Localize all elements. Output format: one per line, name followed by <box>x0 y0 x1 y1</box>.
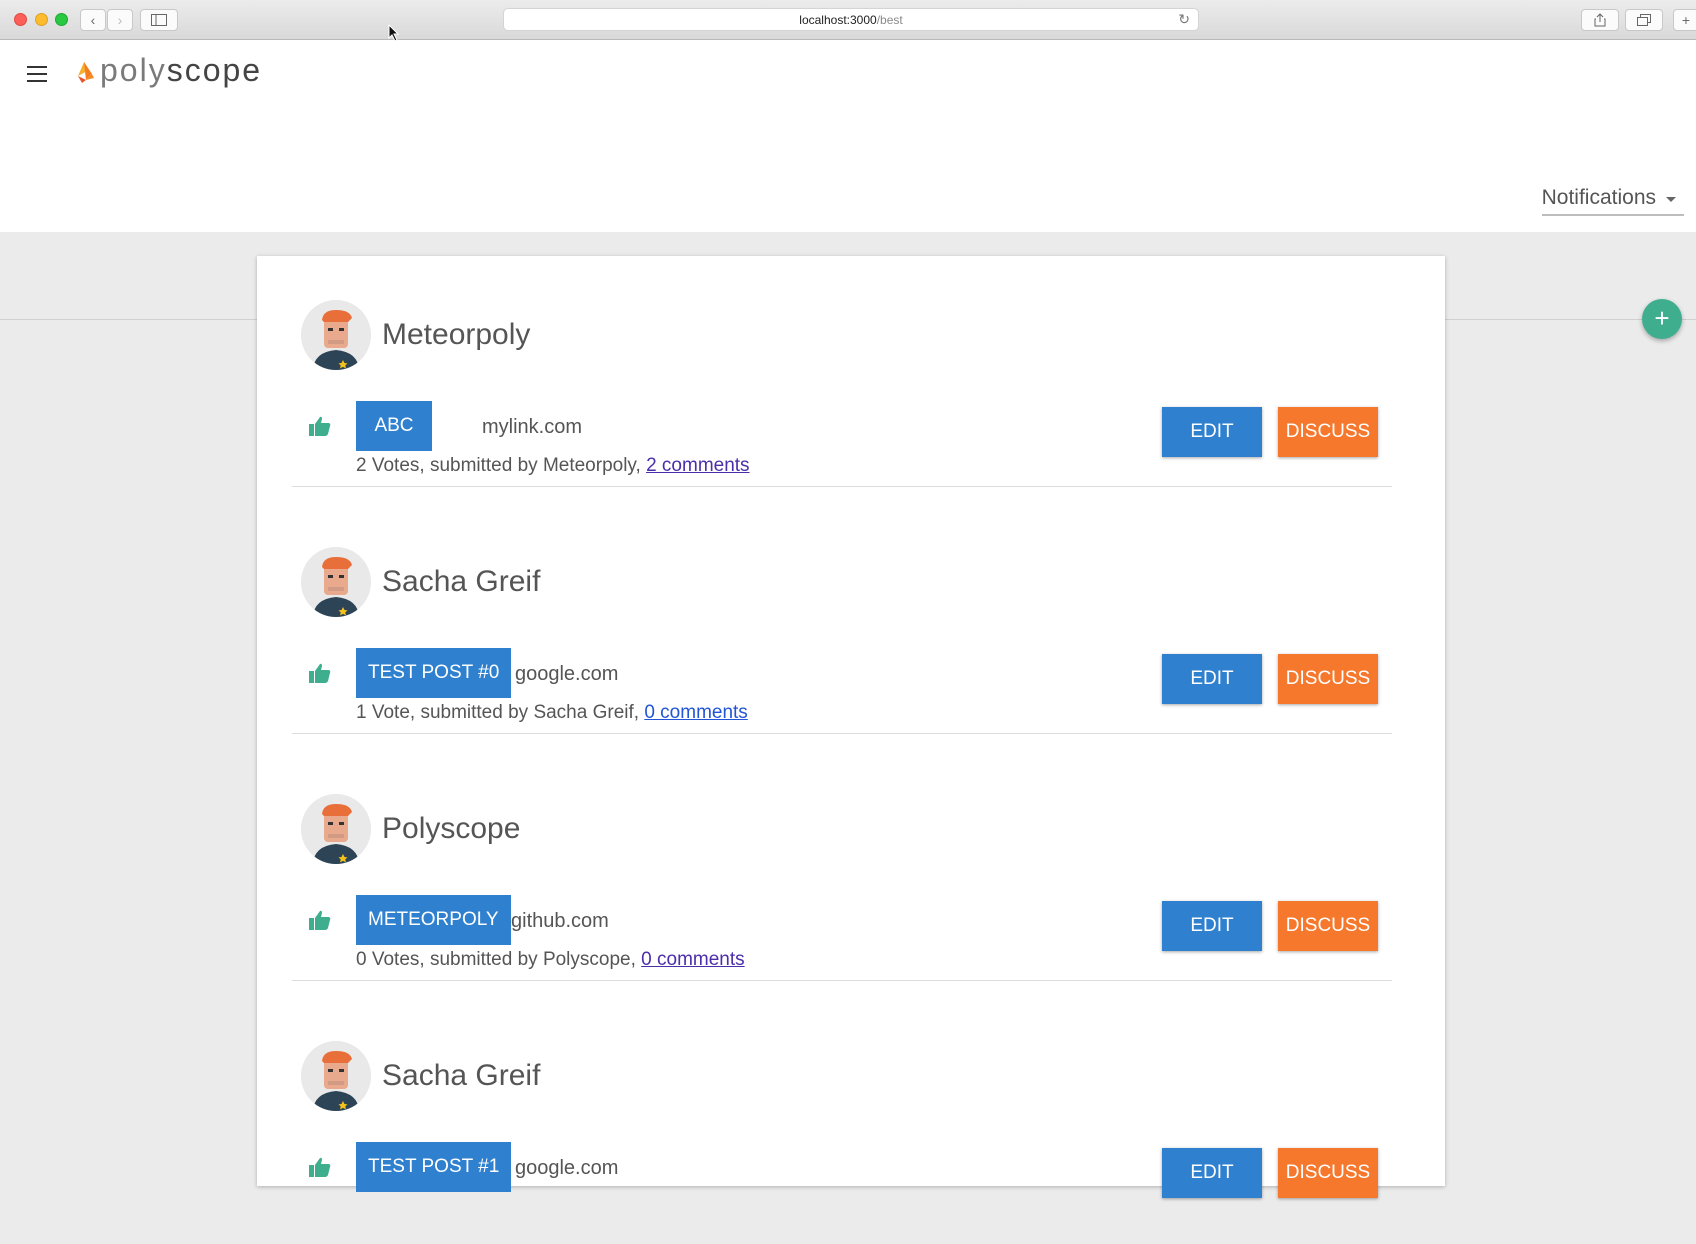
reload-icon[interactable]: ↻ <box>1178 11 1190 28</box>
post-meta-text: 1 Vote, submitted by Sacha Greif, <box>356 702 640 723</box>
post-meta: 1 Vote, submitted by Sacha Greif, 0 comm… <box>356 702 748 724</box>
thumbs-up-icon[interactable] <box>309 663 331 683</box>
post-domain[interactable]: mylink.com <box>482 416 582 439</box>
author-name[interactable]: Meteorpoly <box>382 318 530 352</box>
add-post-button[interactable]: + <box>1642 299 1682 339</box>
post-meta-text: 2 Votes, submitted by Meteorpoly, <box>356 455 641 476</box>
comments-link[interactable]: 0 comments <box>644 702 747 723</box>
post-meta-text: 0 Votes, submitted by Polyscope, <box>356 949 636 970</box>
post-domain[interactable]: google.com <box>515 663 618 686</box>
notifications-dropdown[interactable]: Notifications <box>1541 186 1684 216</box>
post-meta: 2 Votes, submitted by Meteorpoly, 2 comm… <box>356 455 750 477</box>
edit-button[interactable]: EDIT <box>1162 407 1262 457</box>
logo[interactable]: polyscope <box>76 52 262 89</box>
plus-icon: + <box>1681 12 1691 28</box>
edit-button[interactable]: EDIT <box>1162 1148 1262 1198</box>
forward-button[interactable]: › <box>107 9 133 31</box>
avatar[interactable] <box>301 547 371 617</box>
share-button[interactable] <box>1581 9 1619 31</box>
mouse-cursor-icon <box>388 24 400 42</box>
divider <box>292 733 1392 734</box>
new-tab-button[interactable]: + <box>1673 9 1696 31</box>
avatar[interactable] <box>301 794 371 864</box>
comments-link[interactable]: 0 comments <box>641 949 744 970</box>
thumbs-up-icon[interactable] <box>309 416 331 436</box>
sidebar-toggle-button[interactable] <box>140 9 178 31</box>
avatar-illustration-icon <box>301 794 371 864</box>
url-host: localhost:3000 <box>799 12 877 27</box>
logo-text: polyscope <box>100 52 263 88</box>
author-name[interactable]: Polyscope <box>382 812 520 846</box>
category-button[interactable]: TEST POST #1 <box>356 1142 512 1192</box>
address-bar[interactable]: localhost:3000/best ↻ <box>503 8 1199 31</box>
discuss-button[interactable]: DISCUSS <box>1278 1148 1378 1198</box>
discuss-button[interactable]: DISCUSS <box>1278 654 1378 704</box>
url-path: /best <box>876 12 903 27</box>
post-item: Polyscope METEORPOLY github.com 0 Votes,… <box>257 750 1445 997</box>
hamburger-menu-icon[interactable] <box>27 66 47 87</box>
edit-button[interactable]: EDIT <box>1162 654 1262 704</box>
caret-down-icon <box>1666 196 1676 202</box>
discuss-button[interactable]: DISCUSS <box>1278 407 1378 457</box>
avatar-illustration-icon <box>301 547 371 617</box>
post-domain[interactable]: google.com <box>515 1157 618 1180</box>
browser-toolbar: ‹ › localhost:3000/best ↻ + <box>0 0 1696 40</box>
edit-button[interactable]: EDIT <box>1162 901 1262 951</box>
thumbs-up-icon[interactable] <box>309 910 331 930</box>
tabs-overview-button[interactable] <box>1625 9 1663 31</box>
avatar[interactable] <box>301 300 371 370</box>
minimize-window-button[interactable] <box>35 13 48 26</box>
divider <box>292 486 1392 487</box>
post-item: Sacha Greif TEST POST #1 google.com EDIT… <box>257 997 1445 1244</box>
comments-link[interactable]: 2 comments <box>646 455 749 476</box>
author-name[interactable]: Sacha Greif <box>382 1059 540 1093</box>
avatar-illustration-icon <box>301 1041 371 1111</box>
zoom-window-button[interactable] <box>55 13 68 26</box>
flame-logo-icon <box>78 61 94 83</box>
avatar[interactable] <box>301 1041 371 1111</box>
divider <box>292 980 1392 981</box>
category-button[interactable]: ABC <box>356 401 432 451</box>
post-meta: 0 Votes, submitted by Polyscope, 0 comme… <box>356 949 745 971</box>
thumbs-up-icon[interactable] <box>309 1157 331 1177</box>
category-button[interactable]: METEORPOLY <box>356 895 511 945</box>
notifications-label: Notifications <box>1541 186 1656 209</box>
post-item: Sacha Greif TEST POST #0 google.com 1 Vo… <box>257 503 1445 750</box>
chevron-right-icon: › <box>117 12 123 28</box>
post-list: Meteorpoly ABC mylink.com 2 Votes, submi… <box>257 256 1445 1198</box>
chevron-left-icon: ‹ <box>90 12 96 28</box>
share-icon <box>1594 13 1606 27</box>
discuss-button[interactable]: DISCUSS <box>1278 901 1378 951</box>
avatar-illustration-icon <box>301 300 371 370</box>
post-item: Meteorpoly ABC mylink.com 2 Votes, submi… <box>257 256 1445 503</box>
post-domain[interactable]: github.com <box>511 910 609 933</box>
category-button[interactable]: TEST POST #0 <box>356 648 512 698</box>
tabs-icon <box>1637 14 1651 26</box>
sidebar-icon <box>151 14 167 26</box>
app-header: polyscope Notifications <box>0 40 1696 232</box>
back-button[interactable]: ‹ <box>80 9 106 31</box>
author-name[interactable]: Sacha Greif <box>382 565 540 599</box>
close-window-button[interactable] <box>14 13 27 26</box>
